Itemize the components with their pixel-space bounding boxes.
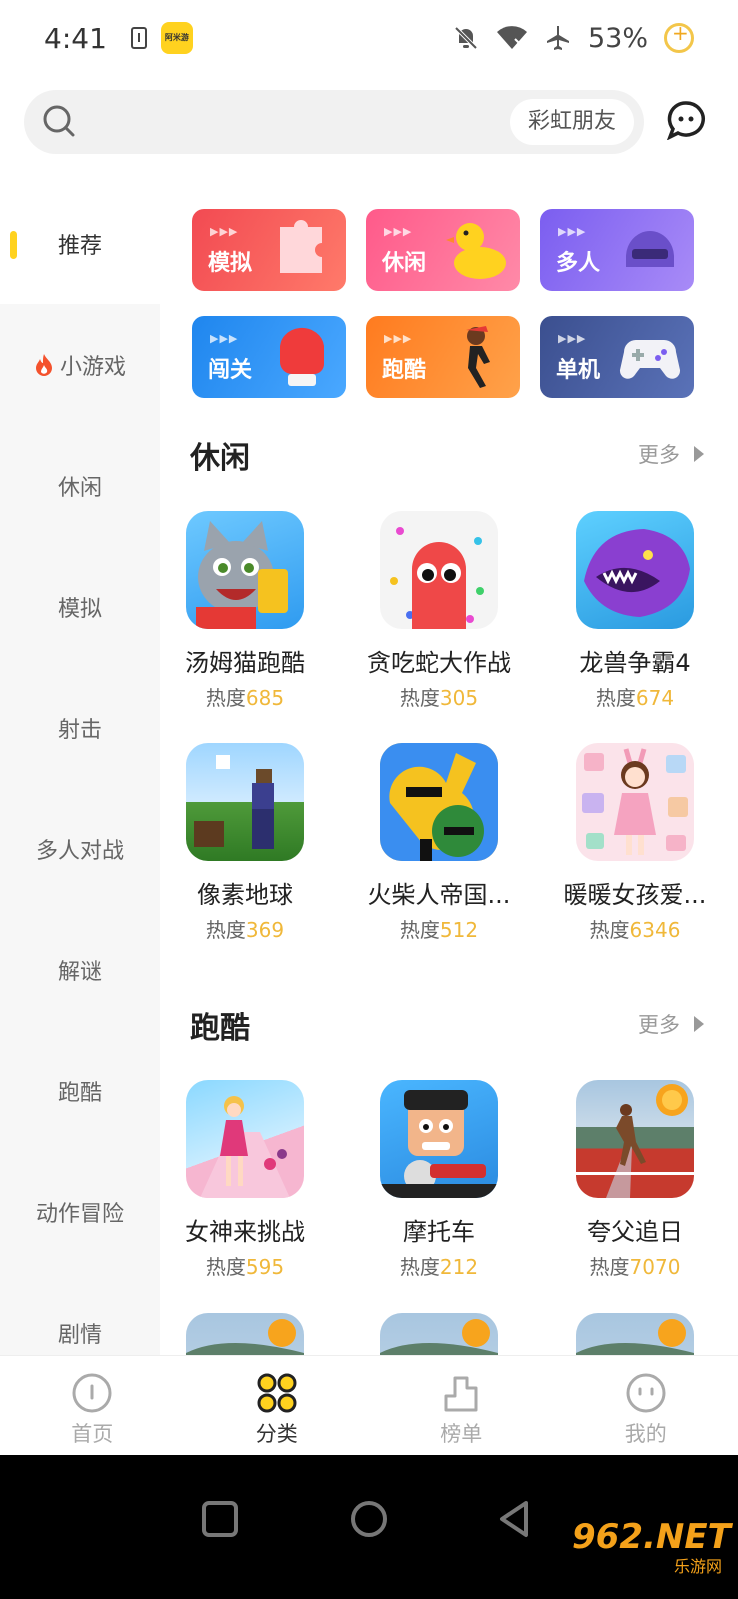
bottom-nav: 首页 分类 榜单 我的 bbox=[0, 1355, 738, 1455]
message-icon[interactable] bbox=[666, 100, 706, 140]
battery-icon bbox=[664, 21, 694, 53]
game-icon-snake bbox=[380, 511, 498, 629]
game-icon-kuafu bbox=[576, 1080, 694, 1198]
ranking-icon bbox=[444, 1376, 478, 1412]
category-tile-levels[interactable]: ▶▶▶ 闯关 bbox=[192, 316, 346, 398]
game-heat: 热度512 bbox=[399, 918, 479, 942]
game-card[interactable]: 暖暖女孩爱... 热度6346 bbox=[550, 743, 720, 943]
game-icon-pixel-earth bbox=[186, 743, 304, 861]
game-icon-partial[interactable] bbox=[186, 1313, 304, 1355]
search-suggestion[interactable]: 彩虹朋友 bbox=[509, 99, 634, 145]
game-heat: 热度685 bbox=[205, 686, 285, 710]
category-sidebar: 推荐 小游戏 休闲 模拟 射击 多人对战 解谜 跑酷 动作冒险 剧情 bbox=[0, 183, 160, 1355]
airplane-icon bbox=[546, 26, 569, 50]
download-icon bbox=[130, 27, 147, 49]
game-card[interactable]: 贪吃蛇大作战 热度305 bbox=[354, 511, 524, 711]
content-area: ▶▶▶ 模拟 ▶▶▶ 休闲 ▶▶▶ 多人 ▶▶▶ 闯关 ▶▶▶ 跑酷 ▶▶▶ 单… bbox=[160, 183, 738, 1355]
more-link[interactable]: 更多 bbox=[638, 439, 680, 469]
category-tile-casual[interactable]: ▶▶▶ 休闲 bbox=[366, 209, 520, 291]
game-card[interactable]: 摩托车 热度212 bbox=[354, 1080, 524, 1280]
game-card[interactable]: 夸父追日 热度7070 bbox=[550, 1080, 720, 1280]
category-tile-simulation[interactable]: ▶▶▶ 模拟 bbox=[192, 209, 346, 291]
game-name: 夸父追日 bbox=[587, 1218, 683, 1246]
mute-bell-icon bbox=[454, 26, 478, 50]
game-heat: 热度674 bbox=[595, 686, 675, 710]
game-card[interactable]: 像素地球 热度369 bbox=[160, 743, 330, 943]
system-nav-bar: 962.NET 乐游网 bbox=[0, 1455, 738, 1599]
game-icon-stickman-empire bbox=[380, 743, 498, 861]
sidebar-item-parkour[interactable]: 跑酷 bbox=[0, 1030, 160, 1151]
status-bar: 4:41 阿米游 53% bbox=[0, 0, 738, 76]
nav-category[interactable]: 分类 bbox=[185, 1356, 370, 1455]
game-card[interactable]: 火柴人帝国... 热度512 bbox=[354, 743, 524, 943]
sidebar-item-mini-games[interactable]: 小游戏 bbox=[0, 304, 160, 425]
game-heat: 热度212 bbox=[399, 1255, 479, 1279]
section-header-casual: 休闲 更多 bbox=[190, 433, 710, 483]
fire-icon bbox=[35, 353, 52, 376]
watermark-logo: 962.NET 乐游网 bbox=[572, 1517, 731, 1576]
app-screen: 4:41 阿米游 53% + 彩虹朋友 推荐 小游戏 休闲 模拟 射击 多人对战… bbox=[0, 0, 738, 1599]
category-tile-parkour[interactable]: ▶▶▶ 跑酷 bbox=[366, 316, 520, 398]
section-title: 休闲 bbox=[190, 441, 250, 476]
chevron-right-icon bbox=[694, 446, 704, 462]
runner-icon bbox=[466, 326, 490, 388]
game-heat: 热度595 bbox=[205, 1255, 285, 1279]
category-icon bbox=[257, 1373, 297, 1413]
game-icon-dragon bbox=[576, 511, 694, 629]
sidebar-item-recommend[interactable]: 推荐 bbox=[0, 183, 160, 304]
sidebar-item-puzzle[interactable]: 解谜 bbox=[0, 909, 160, 1030]
game-name: 龙兽争霸4 bbox=[579, 649, 691, 677]
game-icon-goddess-challenge bbox=[186, 1080, 304, 1198]
category-tile-multiplayer[interactable]: ▶▶▶ 多人 bbox=[540, 209, 694, 291]
nav-profile[interactable]: 我的 bbox=[554, 1356, 738, 1455]
boxing-glove-icon bbox=[279, 327, 324, 386]
section-header-parkour: 跑酷 更多 bbox=[190, 1003, 710, 1053]
game-card[interactable]: 汤姆猫跑酷 热度685 bbox=[160, 511, 330, 711]
sidebar-item-action[interactable]: 动作冒险 bbox=[0, 1151, 160, 1272]
profile-icon bbox=[626, 1373, 666, 1413]
sidebar-item-multiplayer[interactable]: 多人对战 bbox=[0, 788, 160, 909]
search-icon bbox=[43, 105, 75, 137]
battery-percent: 53% bbox=[587, 22, 648, 54]
category-tile-single-player[interactable]: ▶▶▶ 单机 bbox=[540, 316, 694, 398]
game-heat: 热度7070 bbox=[589, 1255, 681, 1279]
helmet-icon bbox=[626, 231, 674, 267]
more-link[interactable]: 更多 bbox=[638, 1009, 680, 1039]
game-icon-dress-up-girl bbox=[576, 743, 694, 861]
game-icon-talking-tom bbox=[186, 511, 304, 629]
app-badge: 阿米游 bbox=[160, 22, 193, 54]
game-card[interactable]: 龙兽争霸4 热度674 bbox=[550, 511, 720, 711]
sidebar-item-simulation[interactable]: 模拟 bbox=[0, 546, 160, 667]
home-icon bbox=[72, 1373, 112, 1413]
game-name: 暖暖女孩爱... bbox=[563, 881, 707, 909]
game-icon-partial[interactable] bbox=[576, 1313, 694, 1355]
game-name: 火柴人帝国... bbox=[367, 881, 511, 909]
game-name: 贪吃蛇大作战 bbox=[367, 649, 511, 677]
duck-icon bbox=[446, 223, 506, 279]
game-heat: 热度305 bbox=[399, 686, 479, 710]
game-name: 像素地球 bbox=[197, 881, 293, 909]
sidebar-item-casual[interactable]: 休闲 bbox=[0, 425, 160, 546]
recents-icon[interactable] bbox=[196, 1495, 244, 1543]
gamepad-icon bbox=[619, 340, 681, 379]
nav-home[interactable]: 首页 bbox=[0, 1356, 185, 1455]
status-time: 4:41 bbox=[44, 21, 107, 55]
puzzle-icon bbox=[280, 220, 322, 273]
wifi-icon bbox=[496, 26, 527, 49]
nav-ranking[interactable]: 榜单 bbox=[369, 1356, 554, 1455]
game-heat: 热度6346 bbox=[589, 918, 681, 942]
sidebar-item-shooting[interactable]: 射击 bbox=[0, 667, 160, 788]
game-icon-motorcycle bbox=[380, 1080, 498, 1198]
back-icon[interactable] bbox=[492, 1495, 540, 1543]
search-bar[interactable]: 彩虹朋友 bbox=[24, 90, 644, 154]
game-heat: 热度369 bbox=[205, 918, 285, 942]
game-card[interactable]: 女神来挑战 热度595 bbox=[160, 1080, 330, 1280]
section-title: 跑酷 bbox=[190, 1011, 250, 1046]
game-name: 女神来挑战 bbox=[185, 1218, 305, 1246]
chevron-right-icon bbox=[694, 1016, 704, 1032]
game-name: 汤姆猫跑酷 bbox=[185, 649, 305, 677]
game-name: 摩托车 bbox=[403, 1218, 475, 1246]
game-icon-partial[interactable] bbox=[380, 1313, 498, 1355]
home-circle-icon[interactable] bbox=[345, 1495, 393, 1543]
